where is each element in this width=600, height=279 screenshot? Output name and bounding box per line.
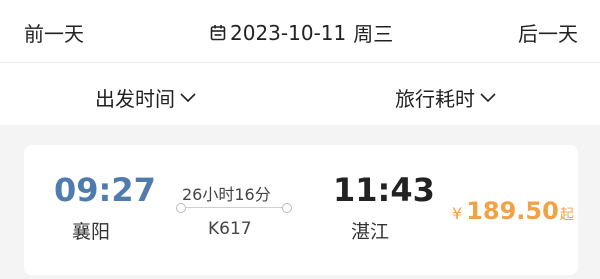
route-line <box>179 207 289 208</box>
next-day-button[interactable]: 后一天 <box>518 18 578 47</box>
calendar-icon <box>210 25 226 41</box>
route-start-dot <box>176 203 186 213</box>
date-picker[interactable]: 2023-10-11 周三 <box>210 18 393 47</box>
sort-depart-time[interactable]: 出发时间 <box>95 83 197 112</box>
price-amount: 189.50 <box>466 197 559 225</box>
sort-depart-label: 出发时间 <box>95 87 175 111</box>
route-end-dot <box>282 203 292 213</box>
weekday-text: 周三 <box>353 22 394 46</box>
sort-bar: 出发时间 旅行耗时 <box>0 63 600 125</box>
depart-city: 襄阳 <box>72 221 111 243</box>
price-suffix: 起 <box>559 207 574 223</box>
sort-duration-label: 旅行耗时 <box>395 87 475 111</box>
currency-symbol: ¥ <box>452 204 463 223</box>
arrive-time: 11:43 <box>333 171 435 209</box>
train-number: K617 <box>208 219 252 239</box>
train-card[interactable]: 09:27 襄阳 26小时16分 K617 11:43 湛江 ¥ 189.50 … <box>24 145 578 275</box>
price: ¥ 189.50 起 <box>452 197 574 225</box>
chevron-down-icon <box>480 92 496 102</box>
sort-duration[interactable]: 旅行耗时 <box>395 83 497 112</box>
chevron-down-icon <box>180 92 196 102</box>
prev-day-button[interactable]: 前一天 <box>24 18 84 47</box>
travel-duration: 26小时16分 <box>182 185 271 204</box>
depart-time: 09:27 <box>54 171 156 209</box>
date-text: 2023-10-11 <box>230 20 347 45</box>
date-nav-bar: 前一天 2023-10-11 周三 后一天 <box>0 0 600 63</box>
arrive-city: 湛江 <box>351 221 390 243</box>
